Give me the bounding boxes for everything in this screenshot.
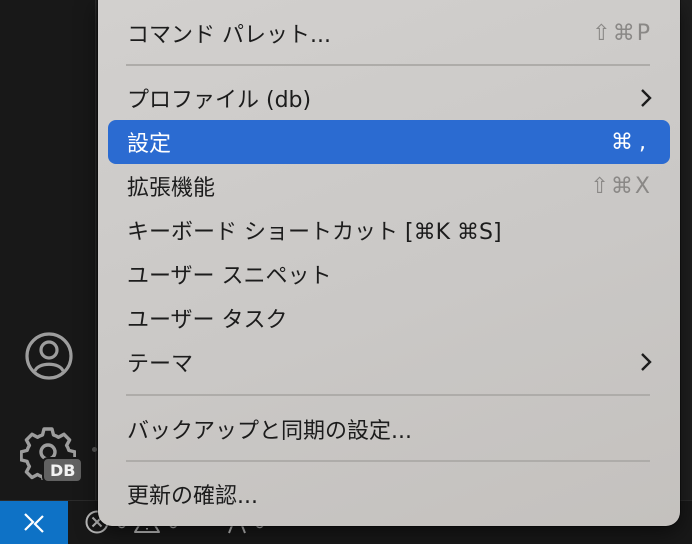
- menu-item-label: ユーザー タスク: [127, 308, 288, 333]
- account-icon[interactable]: [24, 331, 74, 381]
- menu-item-label: テーマ: [127, 352, 194, 377]
- menu-item-label: バックアップと同期の設定...: [127, 419, 412, 444]
- remote-icon: [24, 513, 44, 533]
- shortcut-label: ⇧⌘P: [592, 20, 652, 46]
- shortcut-label: ⌘,: [611, 129, 652, 155]
- submenu-dot: [92, 447, 97, 452]
- menu-item-label: 拡張機能: [127, 176, 216, 201]
- menu-item-keyboard-shortcuts[interactable]: キーボード ショートカット [⌘K ⌘S]: [108, 208, 670, 252]
- menu-item-check-updates[interactable]: 更新の確認...: [108, 472, 670, 516]
- menu-item-user-snippets[interactable]: ユーザー スニペット: [108, 252, 670, 296]
- activity-bar-border: [95, 0, 96, 500]
- menu-item-label: キーボード ショートカット [⌘K ⌘S]: [127, 220, 502, 245]
- menu-separator: [126, 64, 650, 66]
- manage-menu: コマンド パレット... ⇧⌘P プロファイル (db) 設定 ⌘, 拡張機能 …: [98, 0, 680, 526]
- menu-item-label: 更新の確認...: [127, 484, 258, 509]
- menu-item-extensions[interactable]: 拡張機能 ⇧⌘X: [108, 164, 670, 208]
- activity-bar: DB: [0, 0, 96, 500]
- menu-item-themes[interactable]: テーマ: [108, 340, 670, 384]
- menu-item-user-tasks[interactable]: ユーザー タスク: [108, 296, 670, 340]
- menu-item-command-palette[interactable]: コマンド パレット... ⇧⌘P: [108, 11, 670, 55]
- shortcut-label: ⇧⌘X: [590, 173, 652, 199]
- menu-item-settings[interactable]: 設定 ⌘,: [108, 120, 670, 164]
- chevron-right-icon: [636, 87, 652, 109]
- menu-item-backup-sync[interactable]: バックアップと同期の設定...: [108, 407, 670, 451]
- menu-item-label: 設定: [127, 132, 172, 157]
- vscode-window: DB 0 0 0: [0, 0, 692, 544]
- menu-separator: [126, 460, 650, 462]
- menu-separator: [126, 394, 650, 396]
- profile-badge: DB: [42, 457, 84, 483]
- remote-button[interactable]: [0, 501, 68, 544]
- menu-item-label: プロファイル (db): [127, 88, 312, 113]
- menu-item-label: ユーザー スニペット: [127, 264, 332, 289]
- menu-item-label: コマンド パレット...: [127, 23, 331, 48]
- chevron-right-icon: [636, 351, 652, 373]
- account-icon-graphic: [25, 332, 73, 380]
- menu-item-profiles[interactable]: プロファイル (db): [108, 76, 670, 120]
